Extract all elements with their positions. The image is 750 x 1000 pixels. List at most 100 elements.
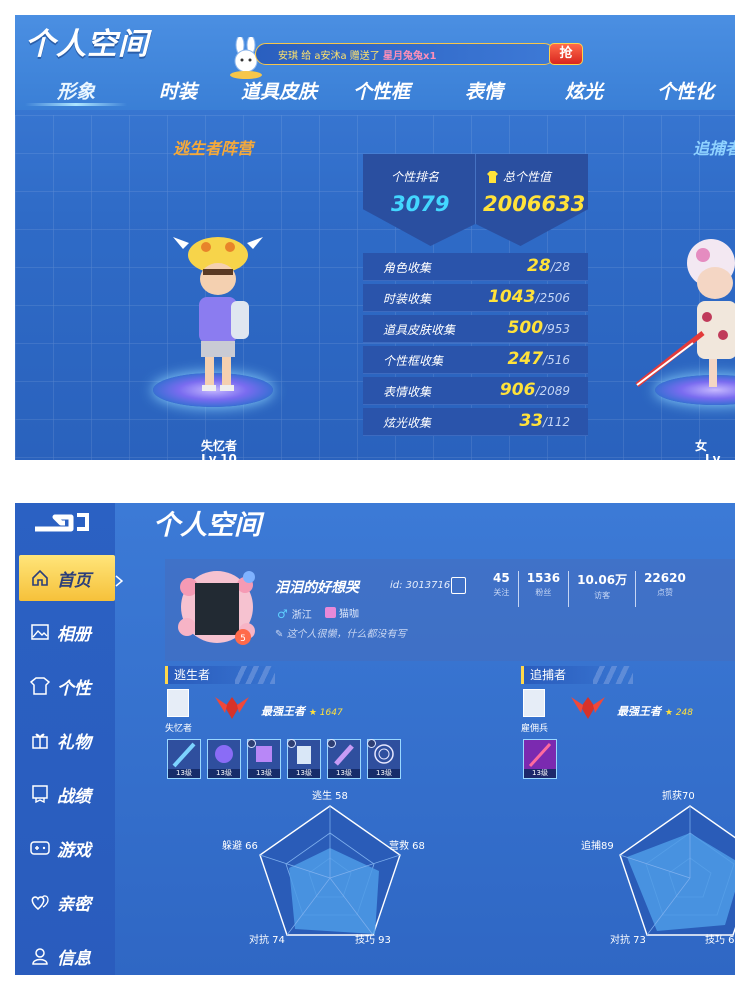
radar-label: 对抗 74 [249, 935, 285, 946]
signature-text: 这个人很懒，什么都没有写 [286, 629, 407, 640]
gamepad-icon [29, 837, 51, 859]
sidebar-item-album[interactable]: 相册 [19, 609, 115, 655]
skin-slot[interactable]: 13级 [523, 739, 557, 779]
skin-level: 13级 [168, 769, 200, 778]
rank-divider [475, 154, 476, 224]
sidebar-item-label: 亲密 [57, 894, 91, 915]
rank-points: 248 [675, 708, 693, 718]
collection-total: /516 [543, 353, 570, 367]
sidebar-item-info[interactable]: 信息 [19, 933, 115, 975]
skin-level: 13级 [248, 769, 280, 778]
skin-level: 13级 [328, 769, 360, 778]
male-icon: ♂ [277, 606, 288, 621]
player-id: id: 3013716 [390, 580, 451, 591]
sidebar-item-intimacy[interactable]: 亲密 [19, 879, 115, 925]
survivor-rank: 最强王者 ★ 1647 [261, 703, 343, 719]
collection-label: 个性框收集 [383, 354, 444, 368]
sidebar-item-home[interactable]: 首页 [19, 555, 115, 601]
profile-home-panel: 首页 相册 个性 礼物 战绩 游戏 亲密 信息 个人空间 5 泪泪的好想哭 id… [15, 503, 735, 975]
skin-slot[interactable]: 13级 [287, 739, 321, 779]
stat-value: 22620 [644, 571, 686, 585]
rank-name: 最强王者 [617, 705, 661, 718]
lock-icon [287, 739, 296, 748]
stat-label: 粉丝 [535, 588, 552, 597]
banner-message: 给 a安沐a 赠送了 [301, 50, 380, 62]
tab-item-skins[interactable]: 道具皮肤 [241, 77, 317, 104]
tab-fashion[interactable]: 时装 [159, 77, 197, 104]
survivor-char-avatar[interactable] [167, 689, 189, 717]
home-icon [29, 567, 51, 589]
lock-icon [327, 739, 336, 748]
stat-follow[interactable]: 45 关注 [485, 571, 518, 607]
hunter-char-avatar[interactable] [523, 689, 545, 717]
shirt-icon [29, 675, 51, 697]
rank-label: 个性排名 [391, 170, 440, 184]
stat-likes[interactable]: 22620 点赞 [635, 571, 694, 607]
stat-value: 10.06万 [577, 573, 628, 587]
collection-total: /28 [550, 260, 570, 274]
rank-name: 最强王者 [261, 705, 305, 718]
radar-label: 追捕89 [581, 841, 614, 852]
avatar[interactable]: 5 [177, 567, 257, 649]
skin-slot[interactable]: 13级 [167, 739, 201, 779]
collection-total: /2506 [535, 291, 570, 305]
sidebar-item-label: 礼物 [57, 732, 91, 753]
radar-label: 技巧 93 [355, 935, 391, 946]
collection-row: 道具皮肤收集 500/953 [363, 315, 588, 343]
lock-icon [247, 739, 256, 748]
radar-label: 躲避 66 [222, 841, 258, 852]
pet-text: 猫咖 [339, 609, 359, 620]
survivor-radar-chart [259, 805, 401, 936]
lock-icon [367, 739, 376, 748]
collection-label: 炫光收集 [383, 416, 432, 430]
collection-label: 表情收集 [383, 385, 432, 399]
collection-row: 角色收集 28/28 [363, 253, 588, 281]
skin-slot[interactable]: 13级 [327, 739, 361, 779]
sidebar-item-games[interactable]: 游戏 [19, 825, 115, 871]
banner-item: 星月兔兔x1 [383, 50, 437, 62]
rank-wings-icon [571, 697, 605, 719]
user-icon [29, 945, 51, 967]
tab-appearance[interactable]: 形象 [57, 77, 95, 104]
stat-fans[interactable]: 1536 粉丝 [517, 571, 568, 607]
skin-slot[interactable]: 13级 [367, 739, 401, 779]
sidebar-item-label: 首页 [57, 570, 91, 591]
sidebar-item-records[interactable]: 战绩 [19, 771, 115, 817]
page-title: 个人空间 [25, 27, 149, 62]
tab-glow[interactable]: 炫光 [565, 77, 603, 104]
tab-emotes[interactable]: 表情 [465, 77, 503, 104]
collection-have: 906 [499, 380, 536, 400]
avatar-badge: 5 [240, 634, 246, 644]
personal-space-panel: 个人空间 安琪 给 a安沐a 赠送了 星月兔兔x1 抢 形象 时装 道具皮肤 个… [15, 15, 735, 460]
collection-have: 33 [519, 411, 544, 431]
copy-icon[interactable] [451, 577, 466, 594]
rank-points: 1647 [319, 708, 343, 718]
collection-have: 1043 [488, 287, 536, 307]
hearts-icon [29, 891, 51, 913]
hunter-character-figure[interactable] [633, 225, 735, 395]
stat-visitors[interactable]: 10.06万 访客 [568, 571, 635, 607]
skin-level: 13级 [368, 769, 400, 778]
hunter-char-level: Lv. [705, 452, 725, 460]
sidebar: 首页 相册 个性 礼物 战绩 游戏 亲密 信息 [15, 503, 115, 975]
sidebar-item-label: 相册 [57, 624, 91, 645]
skin-slot[interactable]: 13级 [207, 739, 241, 779]
chevron-right-icon [115, 575, 123, 587]
sidebar-item-personal[interactable]: 个性 [19, 663, 115, 709]
survivor-character-figure[interactable] [173, 227, 263, 397]
skin-slot[interactable]: 13级 [247, 739, 281, 779]
pet-icon [325, 607, 336, 618]
star-icon: ★ [308, 708, 320, 718]
pet-tag[interactable]: 猫咖 [325, 605, 359, 620]
profile-card: 5 泪泪的好想哭 id: 3013716 ♂ 浙江 猫咖 ✎ 这个人很懒，什么都… [165, 559, 735, 661]
sidebar-item-label: 信息 [57, 948, 91, 969]
skin-level: 13级 [208, 769, 240, 778]
grab-button[interactable]: 抢 [549, 43, 583, 65]
tab-personalize[interactable]: 个性化 [657, 77, 714, 104]
sidebar-item-gifts[interactable]: 礼物 [19, 717, 115, 763]
tab-frames[interactable]: 个性框 [353, 77, 410, 104]
signature[interactable]: ✎ 这个人很懒，什么都没有写 [275, 625, 407, 640]
skin-level: 13级 [524, 769, 556, 778]
survivor-char-name: 失忆者 [165, 724, 193, 734]
total-value-label: 总个性值 [503, 170, 552, 184]
